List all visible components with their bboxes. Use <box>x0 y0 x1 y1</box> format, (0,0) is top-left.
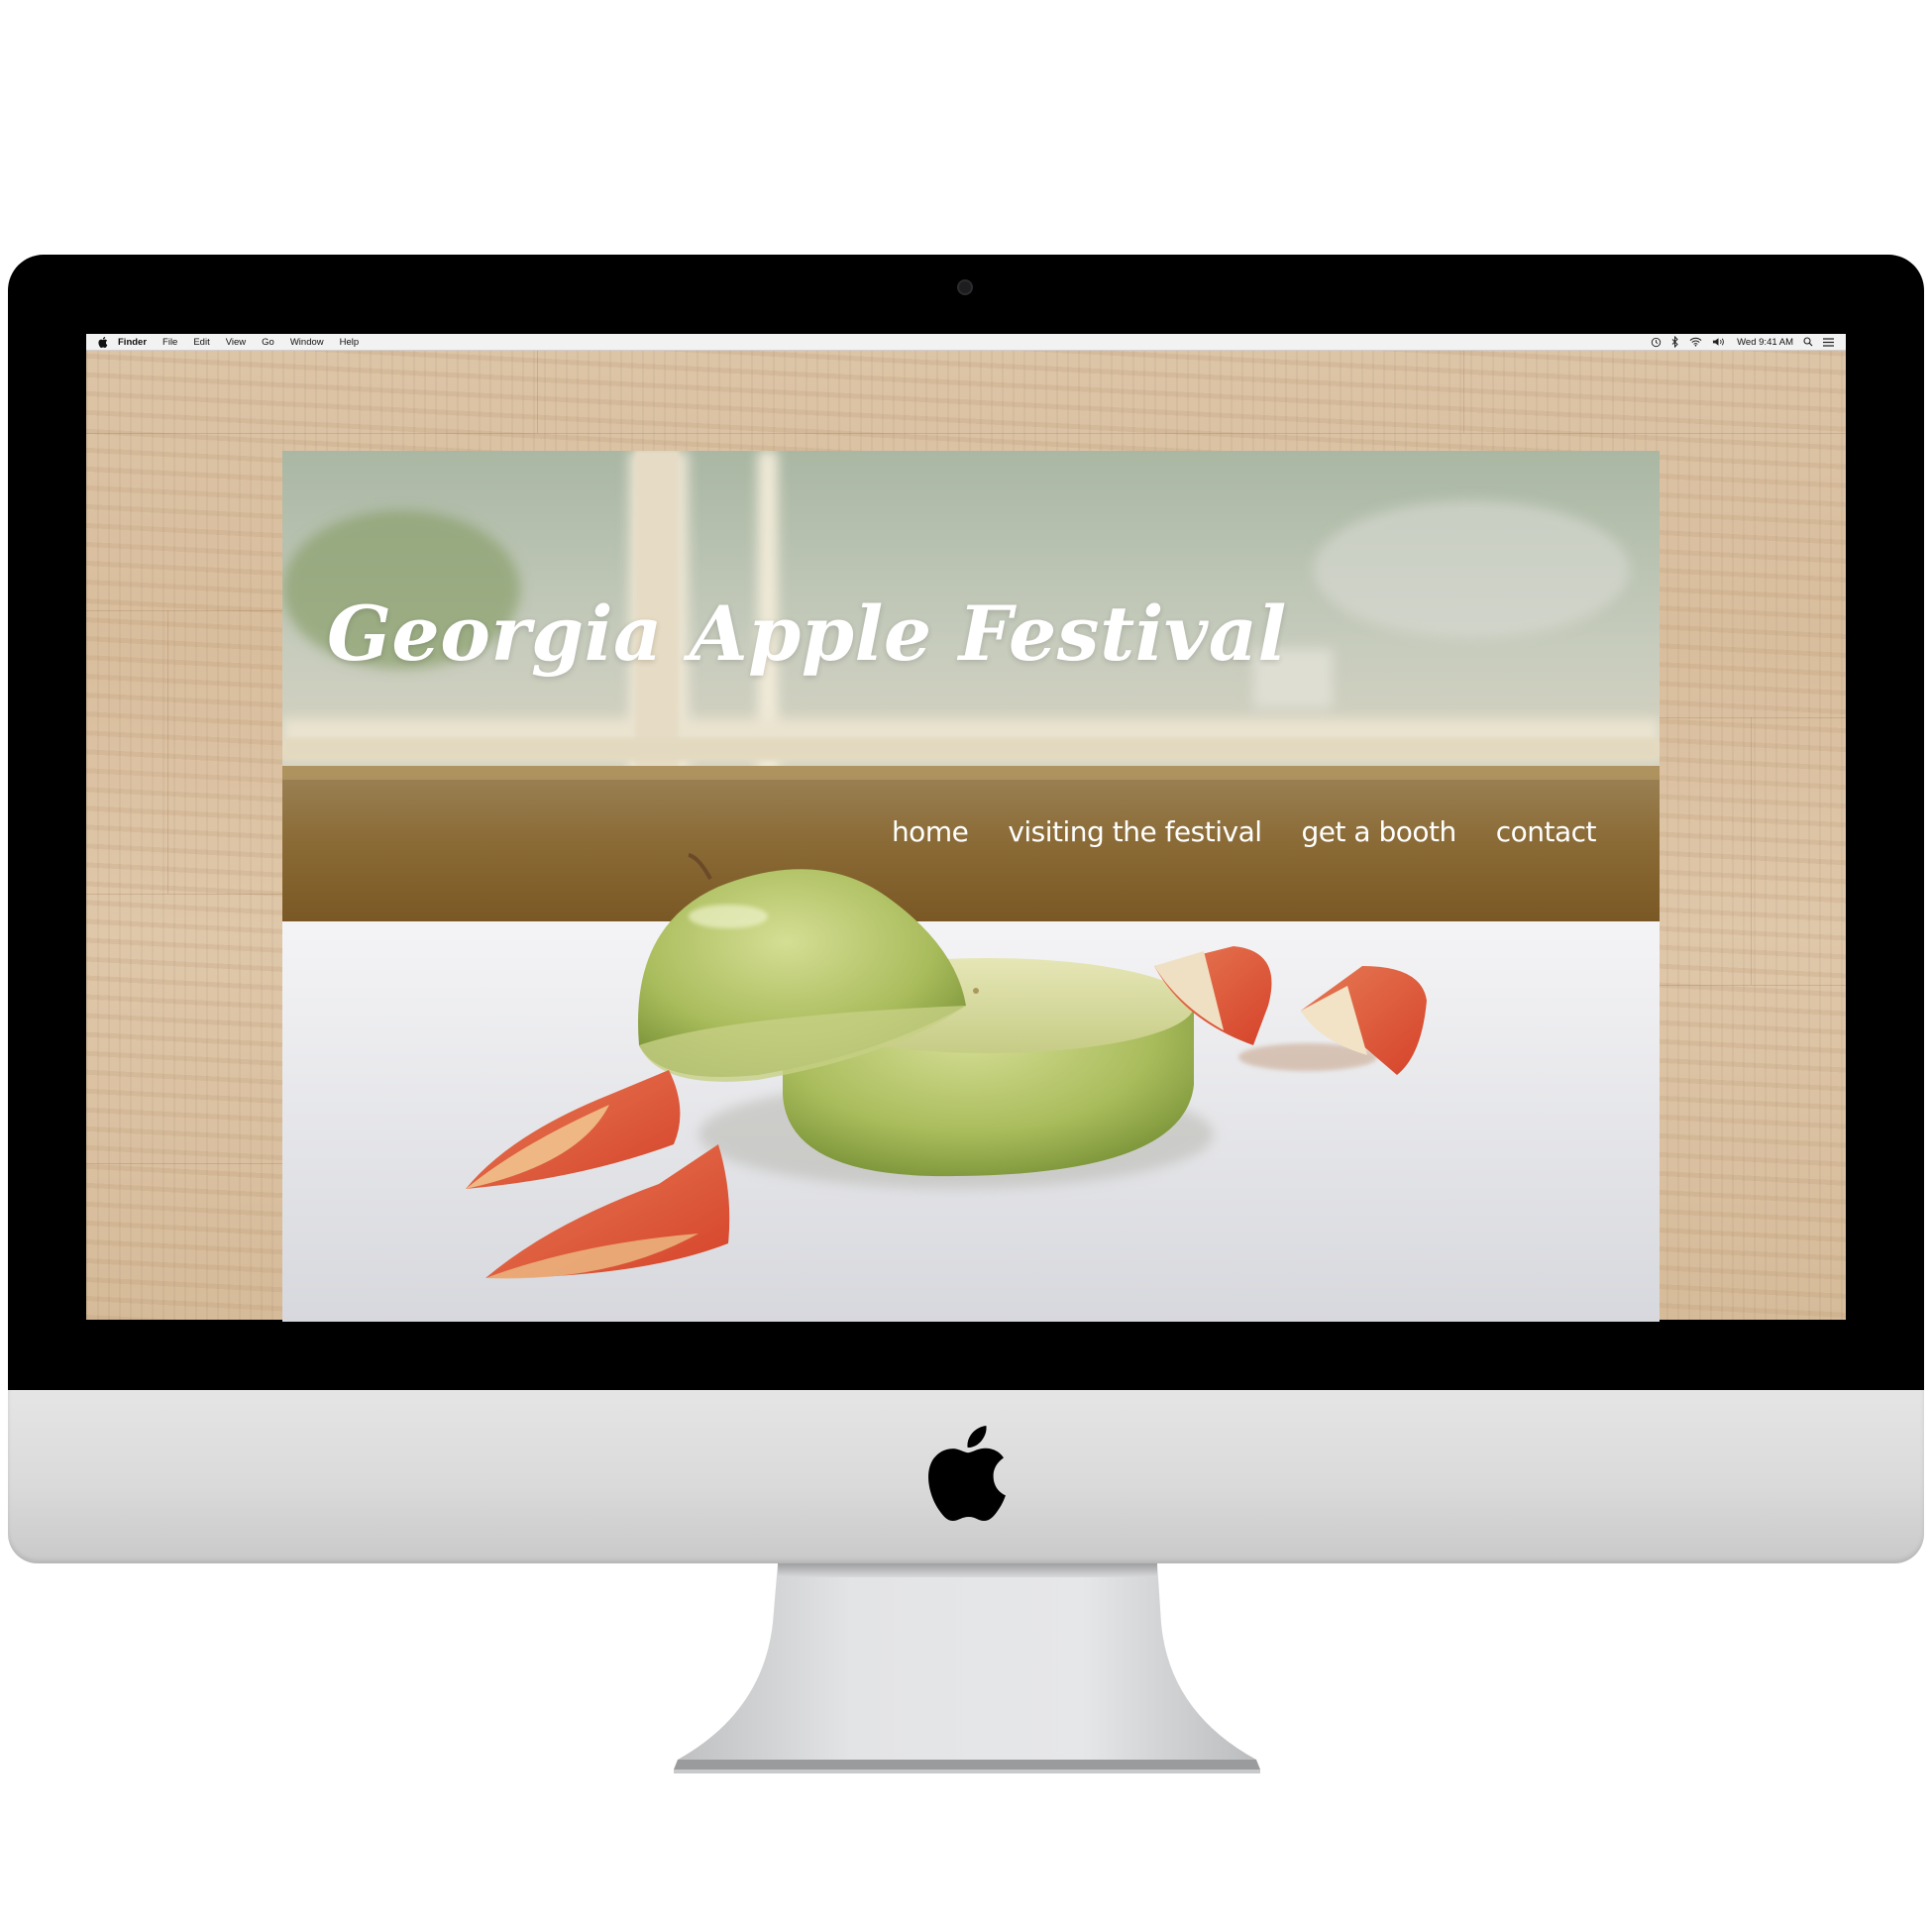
time-machine-icon[interactable] <box>1651 337 1662 348</box>
site-title: Georgia Apple Festival <box>327 590 1287 678</box>
apple-menu-icon[interactable] <box>98 336 108 348</box>
hero-section: Georgia Apple Festival home visiting the… <box>282 451 1660 1322</box>
bluetooth-icon[interactable] <box>1671 336 1679 348</box>
search-icon[interactable] <box>1803 337 1813 347</box>
apple-slices-photo <box>282 451 1660 1322</box>
nav-visiting-the-festival[interactable]: visiting the festival <box>1008 815 1262 848</box>
menu-file[interactable]: File <box>162 337 177 348</box>
nav-get-a-booth[interactable]: get a booth <box>1302 815 1457 848</box>
list-icon[interactable] <box>1823 337 1834 347</box>
menu-bar: Finder File Edit View Go Window Help Wed… <box>86 334 1846 351</box>
menu-finder[interactable]: Finder <box>118 337 147 348</box>
volume-icon[interactable] <box>1712 337 1725 347</box>
menu-clock[interactable]: Wed 9:41 AM <box>1737 337 1793 348</box>
menu-help[interactable]: Help <box>340 337 360 348</box>
menu-window[interactable]: Window <box>290 337 324 348</box>
camera-icon <box>957 279 973 295</box>
nav-home[interactable]: home <box>892 815 969 848</box>
main-nav: home visiting the festival get a booth c… <box>852 815 1597 848</box>
status-area: Wed 9:41 AM <box>1641 334 1834 350</box>
wifi-icon[interactable] <box>1689 337 1702 347</box>
menu-edit[interactable]: Edit <box>193 337 209 348</box>
menu-go[interactable]: Go <box>262 337 274 348</box>
monitor-stand <box>674 1563 1260 1773</box>
nav-contact[interactable]: contact <box>1496 815 1597 848</box>
apple-logo-icon <box>928 1426 1006 1522</box>
menu-view[interactable]: View <box>226 337 246 348</box>
